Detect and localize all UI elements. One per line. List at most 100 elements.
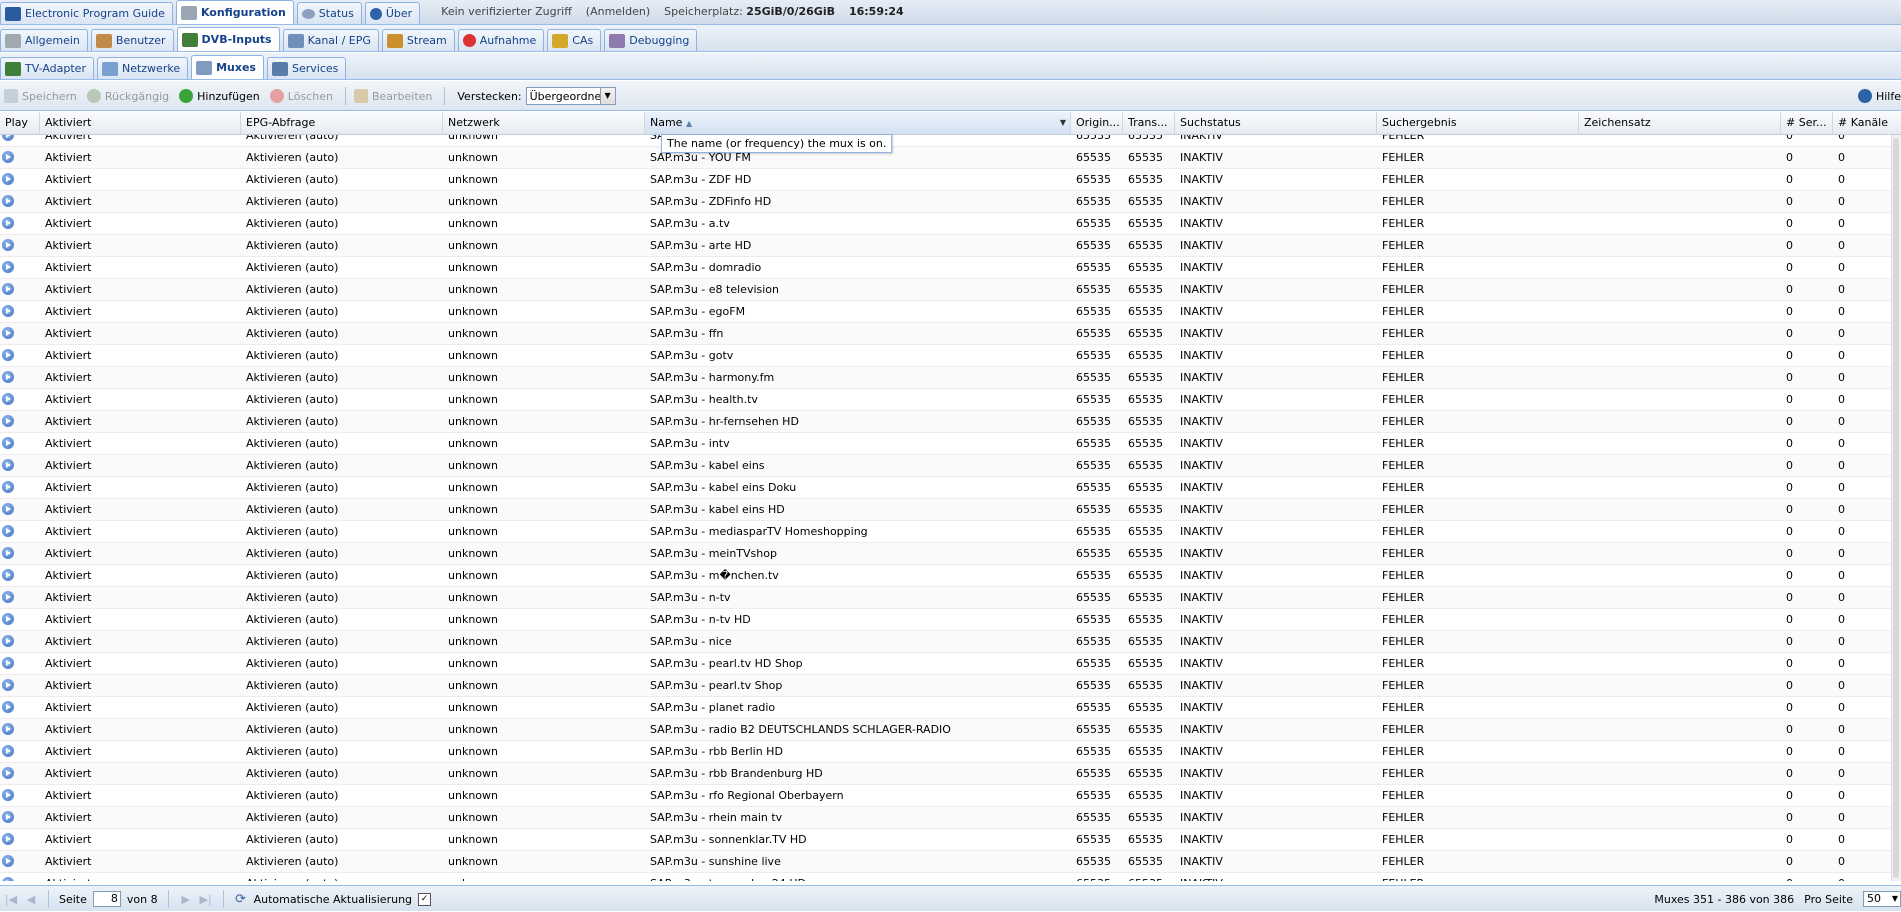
tab-services[interactable]: Services (266, 57, 347, 79)
per-page-select[interactable]: 50 ▼ (1863, 891, 1901, 907)
play-icon[interactable] (2, 261, 14, 273)
col-name[interactable]: Name ▲ ▼ (645, 112, 1071, 134)
col-epg[interactable]: EPG-Abfrage (241, 112, 443, 134)
table-row[interactable]: AktiviertAktivieren (auto)unknownSAP.m3u… (0, 675, 1892, 697)
table-row[interactable]: AktiviertAktivieren (auto)unknownSAP.m3u… (0, 213, 1892, 235)
play-icon[interactable] (2, 613, 14, 625)
play-icon[interactable] (2, 135, 14, 141)
table-row[interactable]: AktiviertAktivieren (auto)unknownSAP.m3u… (0, 631, 1892, 653)
play-cell[interactable] (0, 257, 40, 278)
undo-button[interactable]: Rückgängig (85, 85, 175, 107)
play-cell[interactable] (0, 741, 40, 762)
play-icon[interactable] (2, 789, 14, 801)
table-row[interactable]: AktiviertAktivieren (auto)unknownSAP.m3u… (0, 191, 1892, 213)
col-onid[interactable]: Origin... (1071, 112, 1123, 134)
table-row[interactable]: AktiviertAktivieren (auto)unknownSAP.m3u… (0, 323, 1892, 345)
play-icon[interactable] (2, 701, 14, 713)
play-icon[interactable] (2, 327, 14, 339)
play-icon[interactable] (2, 349, 14, 361)
play-cell[interactable] (0, 829, 40, 850)
col-services[interactable]: # Ser... (1781, 112, 1833, 134)
play-icon[interactable] (2, 437, 14, 449)
play-icon[interactable] (2, 833, 14, 845)
play-icon[interactable] (2, 569, 14, 581)
tab-netzwerke[interactable]: Netzwerke (96, 57, 189, 79)
play-icon[interactable] (2, 503, 14, 515)
play-cell[interactable] (0, 191, 40, 212)
play-cell[interactable] (0, 521, 40, 542)
play-icon[interactable] (2, 767, 14, 779)
tab-cas[interactable]: CAs (547, 29, 602, 51)
save-button[interactable]: Speichern (2, 85, 83, 107)
col-enabled[interactable]: Aktiviert (40, 112, 241, 134)
table-row[interactable]: AktiviertAktivieren (auto)unknownSAP.m3u… (0, 609, 1892, 631)
table-row[interactable]: AktiviertAktivieren (auto)unknownSAP.m3u… (0, 741, 1892, 763)
play-cell[interactable] (0, 455, 40, 476)
table-row[interactable]: AktiviertAktivieren (auto)unknownSAP.m3u… (0, 411, 1892, 433)
play-cell[interactable] (0, 675, 40, 696)
play-icon[interactable] (2, 151, 14, 163)
play-cell[interactable] (0, 807, 40, 828)
play-icon[interactable] (2, 195, 14, 207)
play-cell[interactable] (0, 609, 40, 630)
play-cell[interactable] (0, 169, 40, 190)
add-button[interactable]: Hinzufügen (177, 85, 266, 107)
first-page-icon[interactable]: |◀ (4, 893, 18, 906)
play-cell[interactable] (0, 147, 40, 168)
tab-dvb-inputs[interactable]: DVB-Inputs (176, 27, 280, 51)
play-cell[interactable] (0, 389, 40, 410)
table-row[interactable]: AktiviertAktivieren (auto)unknownSAP.m3u… (0, 829, 1892, 851)
scrollbar-thumb[interactable] (1893, 138, 1899, 878)
play-icon[interactable] (2, 591, 14, 603)
play-cell[interactable] (0, 323, 40, 344)
table-row[interactable]: AktiviertAktivieren (auto)unknownSAP.m3u… (0, 433, 1892, 455)
table-row[interactable]: AktiviertAktivieren (auto)unknownSAP.m3u… (0, 257, 1892, 279)
play-cell[interactable] (0, 279, 40, 300)
tab-debugging[interactable]: Debugging (604, 29, 698, 51)
play-icon[interactable] (2, 305, 14, 317)
tab-status[interactable]: Status (296, 2, 362, 24)
prev-page-icon[interactable]: ◀ (24, 893, 38, 906)
vertical-scrollbar[interactable] (1891, 135, 1901, 881)
play-cell[interactable] (0, 719, 40, 740)
table-row[interactable]: AktiviertAktivieren (auto)unknownSAP.m3u… (0, 301, 1892, 323)
help-button[interactable]: Hilfe (1857, 81, 1901, 111)
auto-refresh-checkbox[interactable]: ✓ (418, 892, 432, 906)
play-icon[interactable] (2, 239, 14, 251)
play-cell[interactable] (0, 301, 40, 322)
hide-select[interactable]: Übergeordnet d ▼ (525, 87, 616, 105)
play-icon[interactable] (2, 855, 14, 867)
col-channels[interactable]: # Kanäle (1833, 112, 1901, 134)
tab-muxes[interactable]: Muxes (191, 55, 264, 79)
tab-konfiguration[interactable]: Konfiguration (175, 0, 294, 24)
table-row[interactable]: AktiviertAktivieren (auto)unknownSAP.m3u… (0, 763, 1892, 785)
play-icon[interactable] (2, 459, 14, 471)
table-row[interactable]: AktiviertAktivieren (auto)unknownSAP.m3u… (0, 279, 1892, 301)
table-row[interactable]: AktiviertAktivieren (auto)unknownSAP.m3u… (0, 345, 1892, 367)
play-icon[interactable] (2, 217, 14, 229)
table-row[interactable]: AktiviertAktivieren (auto)unknownSAP.m3u… (0, 499, 1892, 521)
play-icon[interactable] (2, 679, 14, 691)
play-cell[interactable] (0, 587, 40, 608)
play-cell[interactable] (0, 873, 40, 881)
tab-tv-adapter[interactable]: TV-Adapter (0, 57, 94, 79)
play-cell[interactable] (0, 499, 40, 520)
table-row[interactable]: AktiviertAktivieren (auto)unknownSAP.m3u… (0, 565, 1892, 587)
play-cell[interactable] (0, 631, 40, 652)
last-page-icon[interactable]: ▶| (199, 893, 213, 906)
table-row[interactable]: AktiviertAktivieren (auto)unknownSAP.m3u… (0, 543, 1892, 565)
play-cell[interactable] (0, 697, 40, 718)
play-icon[interactable] (2, 547, 14, 559)
table-row[interactable]: AktiviertAktivieren (auto)unknownSAP.m3u… (0, 873, 1892, 881)
play-cell[interactable] (0, 135, 40, 146)
table-row[interactable]: AktiviertAktivieren (auto)unknownSAP.m3u… (0, 147, 1892, 169)
table-row[interactable]: AktiviertAktivieren (auto)unknownSAP.m3u… (0, 785, 1892, 807)
col-charset[interactable]: Zeichensatz (1579, 112, 1781, 134)
table-row[interactable]: AktiviertAktivieren (auto)unknownSAP.m3u… (0, 169, 1892, 191)
play-cell[interactable] (0, 851, 40, 872)
play-cell[interactable] (0, 763, 40, 784)
play-icon[interactable] (2, 745, 14, 757)
play-icon[interactable] (2, 811, 14, 823)
table-row[interactable]: AktiviertAktivieren (auto)unknownSAP.m3u… (0, 477, 1892, 499)
play-cell[interactable] (0, 345, 40, 366)
